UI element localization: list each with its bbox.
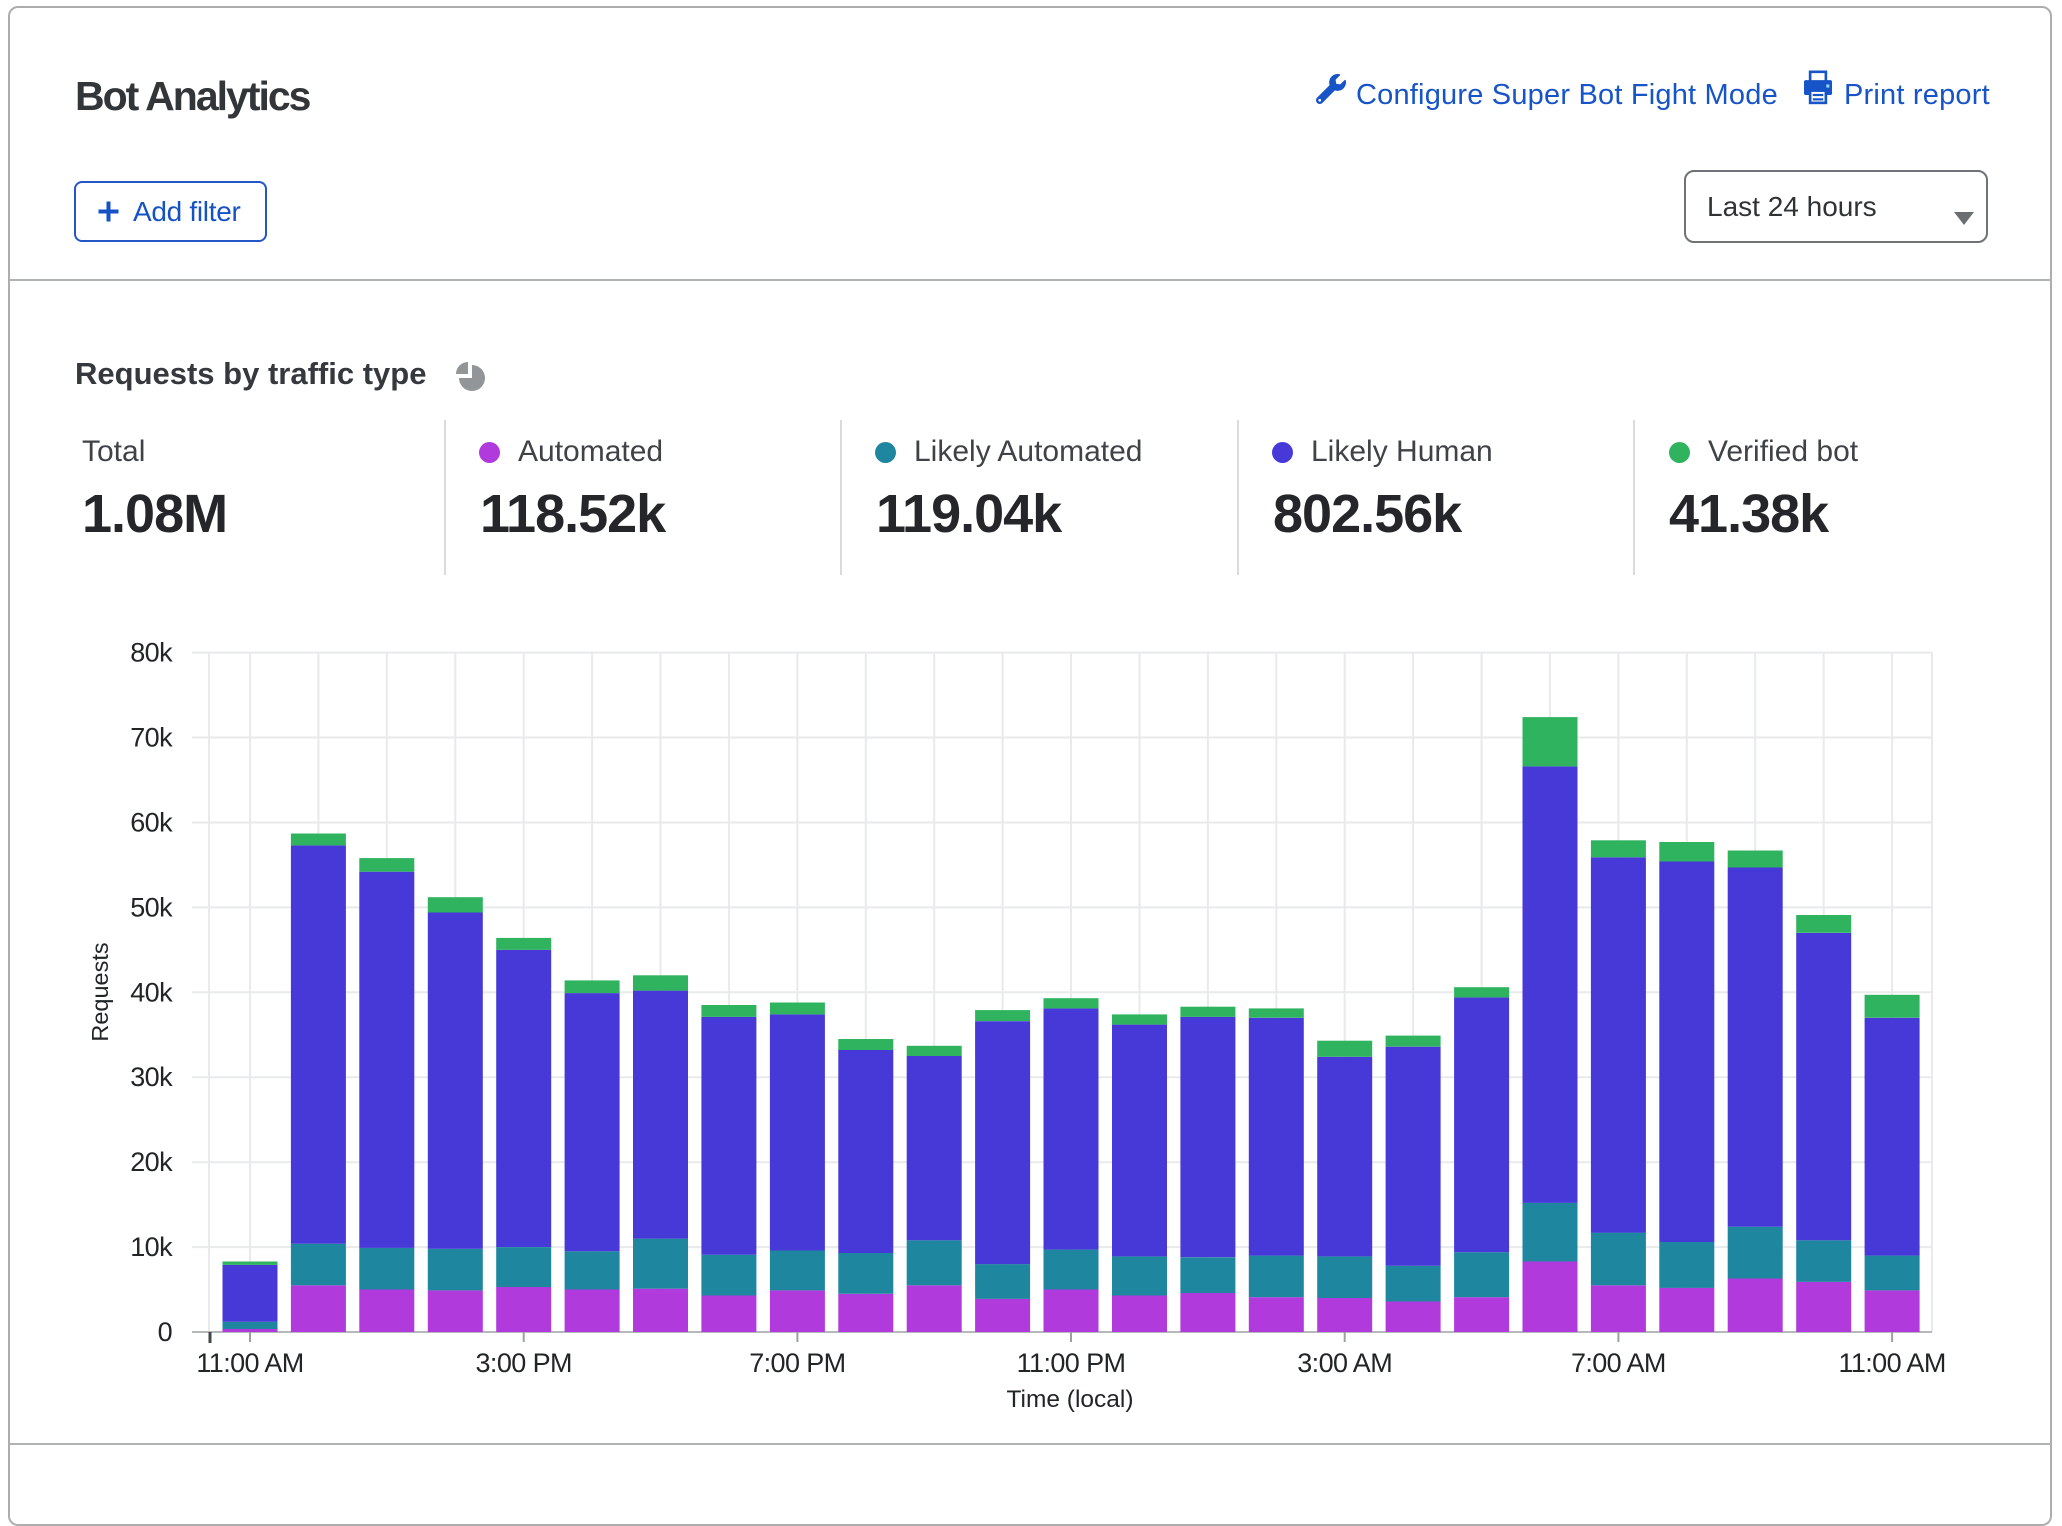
svg-text:Time (local): Time (local) xyxy=(1006,1386,1133,1413)
svg-text:30k: 30k xyxy=(130,1062,173,1092)
svg-text:20k: 20k xyxy=(130,1147,173,1177)
svg-text:11:00 AM: 11:00 AM xyxy=(1838,1348,1945,1378)
svg-text:Requests: Requests xyxy=(87,942,113,1041)
svg-text:40k: 40k xyxy=(130,977,173,1007)
svg-text:7:00 PM: 7:00 PM xyxy=(749,1348,845,1378)
svg-text:11:00 PM: 11:00 PM xyxy=(1017,1348,1126,1378)
svg-text:3:00 AM: 3:00 AM xyxy=(1297,1348,1392,1378)
svg-text:70k: 70k xyxy=(130,723,173,753)
svg-text:50k: 50k xyxy=(130,892,173,922)
svg-text:3:00 PM: 3:00 PM xyxy=(476,1348,572,1378)
svg-text:0: 0 xyxy=(158,1317,172,1347)
svg-text:10k: 10k xyxy=(130,1232,173,1262)
svg-text:60k: 60k xyxy=(130,808,173,838)
svg-text:11:00 AM: 11:00 AM xyxy=(196,1348,303,1378)
svg-text:80k: 80k xyxy=(130,638,173,668)
svg-text:7:00 AM: 7:00 AM xyxy=(1571,1348,1666,1378)
